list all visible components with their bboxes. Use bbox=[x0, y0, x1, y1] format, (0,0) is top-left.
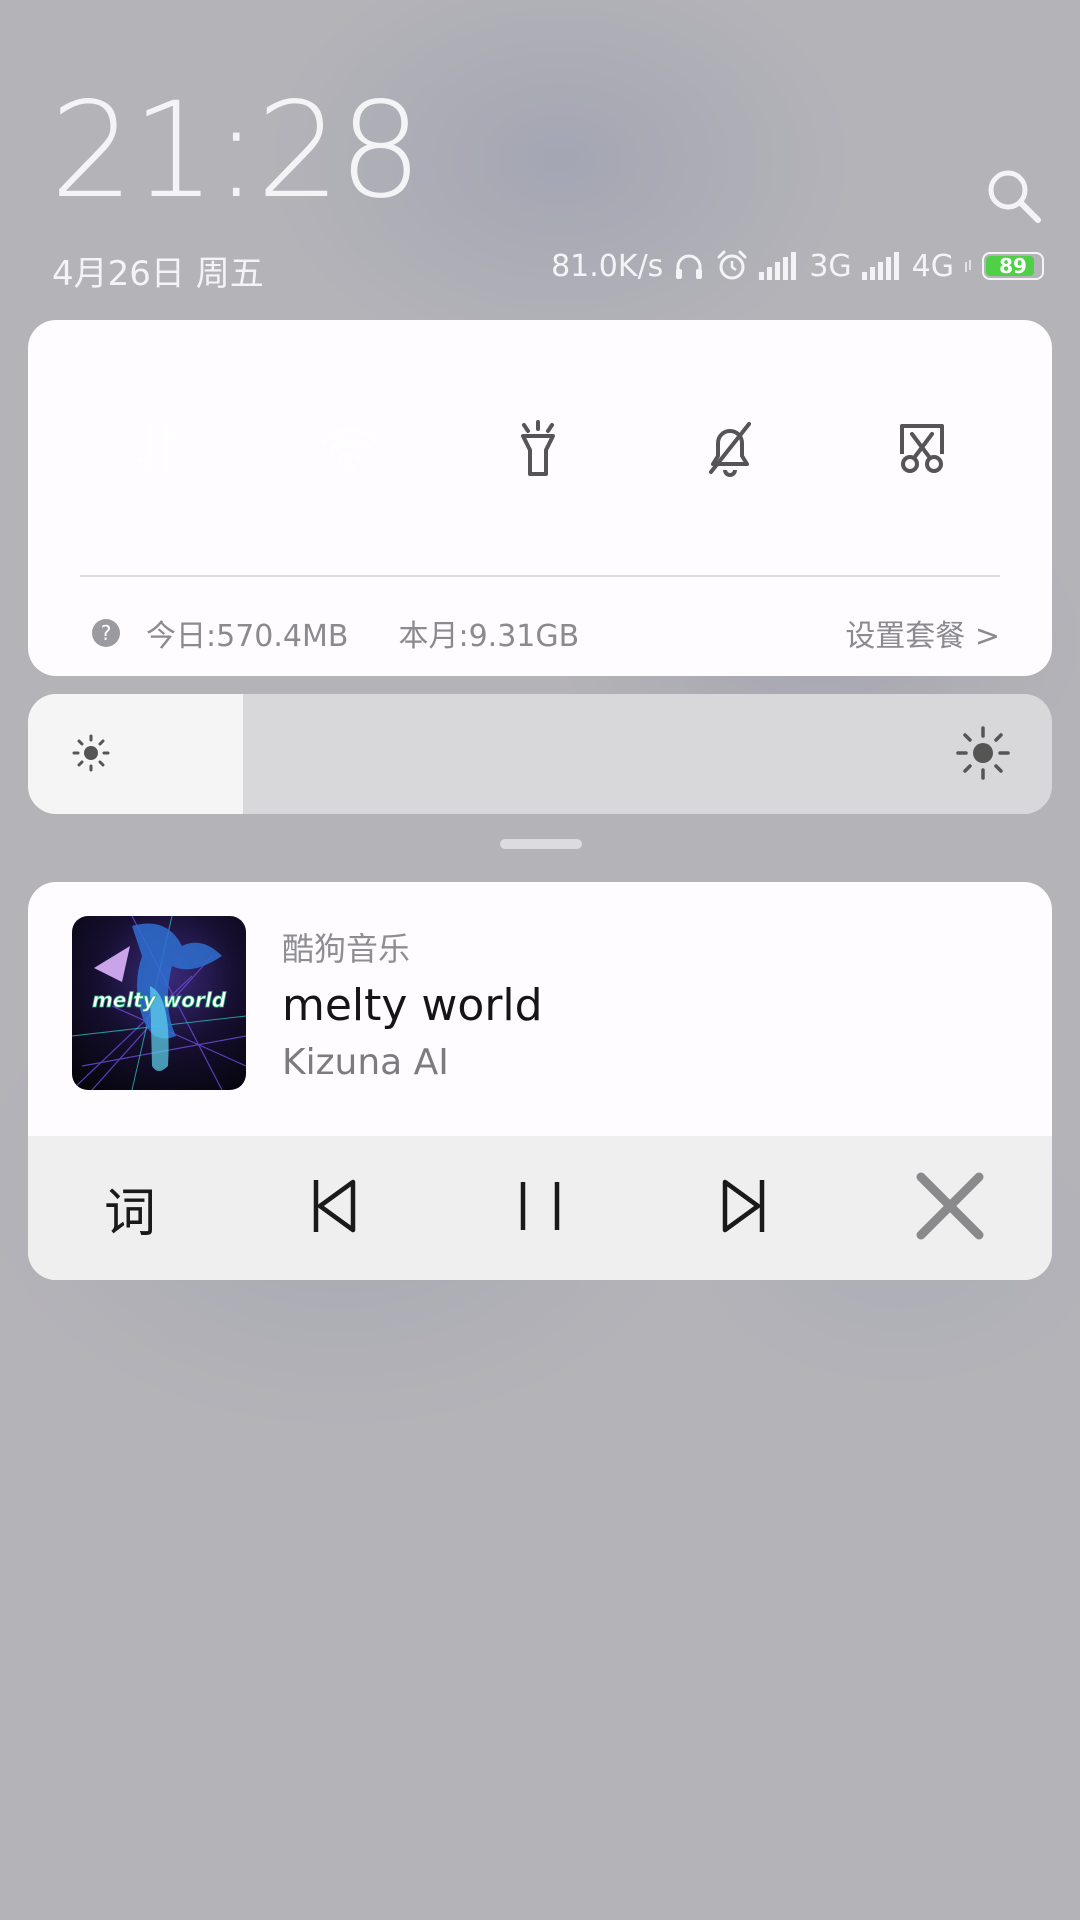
data-usage-row: ? 今日:570.4MB 本月:9.31GB 设置套餐 > bbox=[92, 608, 1000, 658]
screenshot-toggle[interactable] bbox=[856, 384, 988, 516]
next-button[interactable] bbox=[642, 1136, 846, 1280]
brightness-slider[interactable] bbox=[28, 694, 1052, 814]
brightness-level-fill bbox=[28, 694, 244, 814]
usage-today: 今日:570.4MB bbox=[146, 619, 349, 654]
album-art: melty world bbox=[72, 916, 246, 1090]
flashlight-toggle[interactable] bbox=[472, 384, 604, 516]
skip-previous-icon bbox=[309, 1176, 359, 1240]
battery-icon: 89 bbox=[982, 252, 1044, 280]
panel-drag-handle[interactable] bbox=[500, 839, 582, 849]
battery-percent: 89 bbox=[999, 254, 1027, 278]
bell-off-icon bbox=[703, 418, 757, 482]
usage-month: 本月:9.31GB bbox=[398, 619, 580, 654]
data-activity-icon bbox=[964, 259, 972, 273]
silent-mode-toggle[interactable] bbox=[664, 384, 796, 516]
skip-next-icon bbox=[719, 1176, 769, 1240]
quick-settings-panel: ? 今日:570.4MB 本月:9.31GB 设置套餐 > bbox=[28, 320, 1052, 676]
search-icon[interactable] bbox=[984, 166, 1044, 226]
pause-icon bbox=[515, 1176, 565, 1240]
lyrics-label: 词 bbox=[103, 1183, 156, 1244]
album-art-title: melty world bbox=[92, 988, 227, 1012]
help-icon[interactable]: ? bbox=[92, 619, 120, 647]
data-transfer-icon bbox=[133, 420, 183, 480]
media-app-name: 酷狗音乐 bbox=[282, 930, 411, 968]
mobile-data-toggle[interactable] bbox=[92, 384, 224, 516]
close-button[interactable] bbox=[848, 1136, 1052, 1280]
scissors-icon bbox=[894, 420, 950, 480]
wifi-toggle[interactable] bbox=[284, 384, 416, 516]
divider bbox=[80, 575, 1000, 577]
song-title: melty world bbox=[282, 980, 543, 1031]
network-speed: 81.0K/s bbox=[551, 248, 664, 284]
signal-icon bbox=[759, 252, 799, 280]
alarm-icon bbox=[715, 249, 749, 283]
lockscreen-date: 4月26日 周五 bbox=[52, 254, 264, 294]
media-controls: 词 bbox=[28, 1136, 1052, 1280]
sim2-network-type: 4G bbox=[911, 248, 954, 284]
brightness-low-icon bbox=[70, 732, 112, 778]
close-icon bbox=[915, 1171, 985, 1245]
headphones-icon bbox=[673, 250, 705, 282]
flashlight-icon bbox=[513, 418, 563, 482]
lyrics-button[interactable]: 词 bbox=[28, 1136, 232, 1280]
song-artist: Kizuna AI bbox=[282, 1042, 449, 1083]
sim1-network-type: 3G bbox=[809, 248, 852, 284]
previous-button[interactable] bbox=[232, 1136, 436, 1280]
lockscreen-clock: 21:28 bbox=[50, 74, 422, 228]
brightness-high-icon bbox=[956, 726, 1010, 784]
signal-icon bbox=[861, 252, 902, 280]
wifi-icon bbox=[319, 423, 381, 477]
status-bar: 81.0K/s 3G 4G 89 bbox=[551, 246, 1044, 286]
pause-button[interactable] bbox=[438, 1136, 642, 1280]
set-plan-link[interactable]: 设置套餐 > bbox=[845, 611, 1000, 655]
media-notification[interactable]: melty world 酷狗音乐 melty world Kizuna AI 词 bbox=[28, 882, 1052, 1280]
